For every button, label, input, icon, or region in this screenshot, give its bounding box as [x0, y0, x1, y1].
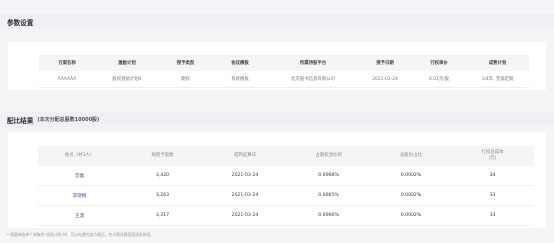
col-template: 协议模板 — [212, 55, 268, 71]
col-cost: 行权总成本 (元) — [451, 146, 534, 166]
template-cell: 系统模板 — [212, 71, 268, 88]
name-cell: 宫徽 — [38, 166, 121, 186]
shares-cell: 3,263 — [121, 185, 204, 206]
allocation-table: 姓名（共3人） 拟授予股数 成熟起算日 占期权池比例 总股份占比 行权总成本 (… — [38, 146, 534, 226]
col-unit-price: 行权单价 — [412, 55, 466, 71]
name-cell: 王漫 — [38, 205, 121, 226]
col-grant-date: 授予日期 — [358, 55, 412, 71]
params-header-row: 方案名称 激励计划 授予类型 协议模板 所属持股平台 授予日期 行权单价 成熟计… — [39, 55, 529, 71]
pool-ratio-cell: 0.0066% — [286, 205, 371, 226]
incentive-plan-cell: 股权激励计划4 — [95, 71, 159, 88]
allocation-section-title: 配比结果 — [7, 116, 34, 125]
platform-cell: 北京股书信息有限公司 — [268, 71, 358, 88]
params-section-title: 参数设置 — [7, 18, 34, 27]
total-ratio-cell: 0.0002% — [371, 185, 451, 206]
person-name-link[interactable]: 李晓桐 — [73, 194, 87, 199]
cost-cell: 33 — [451, 205, 534, 226]
shares-cell: 3,317 — [121, 205, 204, 226]
table-row: AAAAAA 股权激励计划4 期权 系统模板 北京股书信息有限公司 2021-0… — [39, 71, 529, 88]
params-table: 方案名称 激励计划 授予类型 协议模板 所属持股平台 授予日期 行权单价 成熟计… — [39, 55, 529, 88]
col-vesting: 成熟计划 — [466, 55, 529, 71]
start-date-cell: 2021-03-24 — [204, 205, 286, 226]
total-ratio-cell: 0.0002% — [371, 166, 451, 186]
col-grant-type: 授予类型 — [159, 55, 212, 71]
col-platform: 所属持股平台 — [268, 55, 358, 71]
unit-price-cell: 0.01元/股 — [412, 71, 466, 88]
col-shares: 拟授予股数 — [121, 146, 204, 166]
table-row: 李晓桐 3,263 2021-03-24 0.0065% 0.0002% 33 — [38, 185, 534, 206]
total-ratio-cell: 0.0002% — [371, 205, 451, 226]
params-card: 方案名称 激励计划 授予类型 协议模板 所属持股平台 授予日期 行权单价 成熟计… — [8, 42, 546, 90]
vesting-cell: 1/4年, 无锁定期 — [466, 71, 529, 88]
params-section-header: 参数设置 — [0, 14, 554, 29]
grant-date-cell: 2021-03-24 — [358, 71, 412, 88]
col-pool-ratio: 占期权池比例 — [286, 146, 371, 166]
name-cell: 李晓桐 — [38, 185, 121, 206]
allocation-section-header: 配比结果 (本次分配总股数10000股) — [0, 112, 554, 127]
footnote: * 需要修改单个参数的"成熟计划"时，可以在建完该方案后，在方案详情里面逐条修改… — [7, 232, 155, 237]
grant-type-cell: 期权 — [159, 71, 212, 88]
allocation-card: 姓名（共3人） 拟授予股数 成熟起算日 占期权池比例 总股份占比 行权总成本 (… — [8, 132, 546, 228]
table-row: 王漫 3,317 2021-03-24 0.0066% 0.0002% 33 — [38, 205, 534, 226]
col-name: 姓名（共3人） — [38, 146, 121, 166]
shares-cell: 3,420 — [121, 166, 204, 186]
allocation-header-row: 姓名（共3人） 拟授予股数 成熟起算日 占期权池比例 总股份占比 行权总成本 (… — [38, 146, 534, 166]
col-incentive-plan: 激励计划 — [95, 55, 159, 71]
person-name-link[interactable]: 宫徽 — [75, 174, 84, 179]
pool-ratio-cell: 0.0068% — [286, 166, 371, 186]
allocation-section-subtitle: (本次分配总股数10000股) — [37, 117, 100, 123]
plan-name-cell: AAAAAA — [39, 71, 95, 88]
cost-cell: 33 — [451, 185, 534, 206]
cost-cell: 34 — [451, 166, 534, 186]
start-date-cell: 2021-03-24 — [204, 185, 286, 206]
pool-ratio-cell: 0.0065% — [286, 185, 371, 206]
col-total-ratio: 总股份占比 — [371, 146, 451, 166]
start-date-cell: 2021-03-24 — [204, 166, 286, 186]
person-name-link[interactable]: 王漫 — [75, 214, 84, 219]
col-start-date: 成熟起算日 — [204, 146, 286, 166]
col-plan-name: 方案名称 — [39, 55, 95, 71]
table-row: 宫徽 3,420 2021-03-24 0.0068% 0.0002% 34 — [38, 166, 534, 186]
